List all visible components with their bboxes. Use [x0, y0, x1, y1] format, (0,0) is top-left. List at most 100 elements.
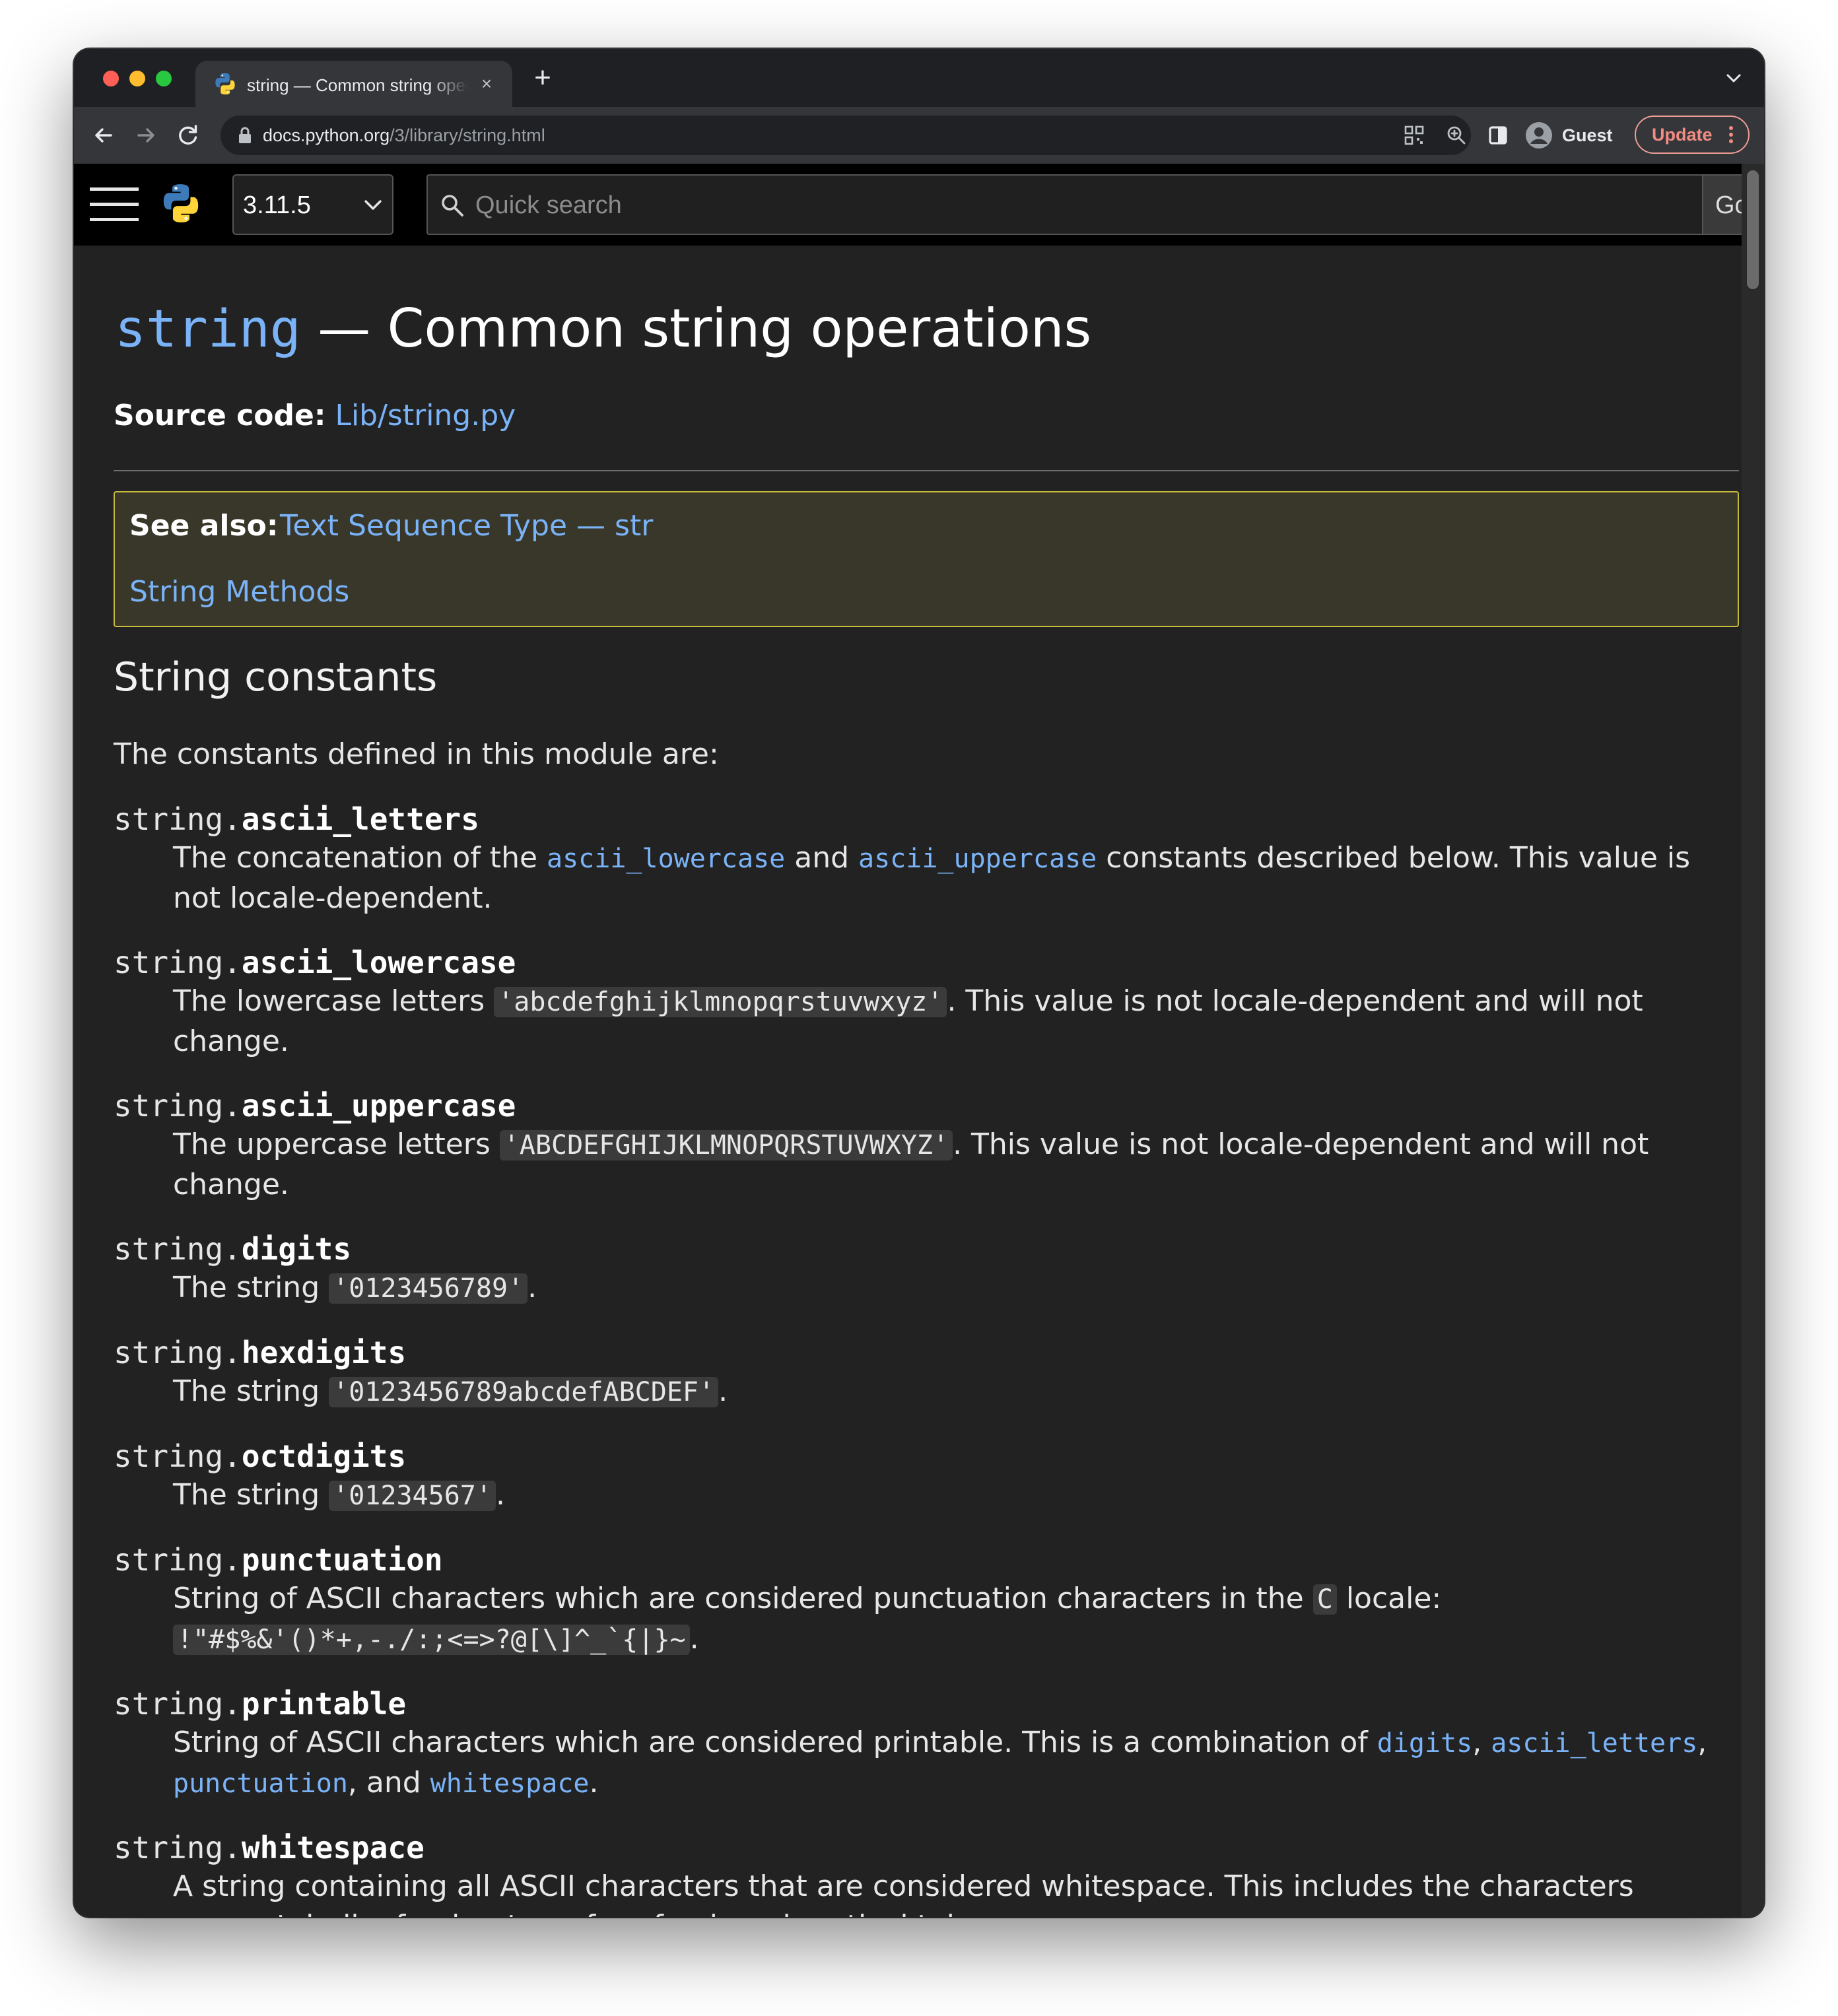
module-prefix: string.	[114, 1231, 242, 1267]
maximize-window-button[interactable]	[156, 71, 172, 86]
constant-signature: string.ascii_uppercase	[114, 1087, 1711, 1125]
module-prefix: string.	[114, 1088, 242, 1124]
whitespace-link-code: whitespace	[430, 1768, 590, 1799]
browser-window: string — Common string operations × + do…	[74, 49, 1764, 1917]
section-intro: The constants defined in this module are…	[114, 737, 719, 771]
version-select[interactable]: 3.11.5	[232, 174, 393, 235]
forward-arrow-icon[interactable]	[131, 120, 161, 151]
description-text: The lowercase letters	[173, 984, 494, 1018]
tab-title: string — Common string operations	[247, 75, 469, 95]
source-code-line: Source code: Lib/string.py	[114, 397, 516, 434]
update-button[interactable]: Update	[1635, 116, 1750, 154]
see-also-link-text-sequence-type[interactable]: Text Sequence Type — str	[280, 507, 653, 545]
minimize-window-button[interactable]	[129, 71, 145, 86]
digits-link-code: digits	[1377, 1728, 1473, 1759]
ascii-lowercase-link[interactable]: ascii_lowercase	[547, 841, 785, 875]
back-arrow-icon[interactable]	[88, 120, 119, 151]
description-text: The uppercase letters	[173, 1127, 500, 1161]
ascii-uppercase-link[interactable]: ascii_uppercase	[858, 841, 1097, 875]
description-text: The string	[173, 1271, 329, 1304]
version-value: 3.11.5	[243, 191, 311, 219]
constant-signature: string.punctuation	[114, 1541, 1711, 1579]
side-panel-icon[interactable]	[1483, 120, 1513, 151]
constant-name: printable	[241, 1686, 407, 1722]
inline-code: '0123456789'	[329, 1273, 528, 1304]
constant-description: String of ASCII characters which are con…	[173, 1579, 1711, 1660]
constant-printable: string.printable String of ASCII charact…	[114, 1685, 1711, 1803]
description-text: String of ASCII characters which are con…	[173, 1582, 1313, 1615]
search-go-button[interactable]: Go	[1702, 174, 1742, 235]
python-logo-icon	[215, 73, 235, 95]
see-also-box: See also: Text Sequence Type — str Strin…	[114, 491, 1739, 627]
quick-search-input[interactable]	[474, 186, 1678, 224]
constant-signature: string.ascii_letters	[114, 800, 1711, 838]
constant-name: ascii_letters	[241, 801, 479, 837]
window-controls	[103, 71, 172, 86]
source-code-link[interactable]: Lib/string.py	[335, 399, 516, 432]
constant-signature: string.ascii_lowercase	[114, 943, 1711, 982]
search-icon	[442, 195, 463, 217]
close-window-button[interactable]	[103, 71, 119, 86]
module-prefix: string.	[114, 1438, 242, 1474]
description-text: The concatenation of the	[173, 841, 547, 875]
tab-strip: string — Common string operations × +	[74, 49, 1764, 107]
scrollbar-thumb[interactable]	[1747, 170, 1759, 289]
profile-button[interactable]: Guest	[1522, 116, 1617, 154]
punctuation-link-code: punctuation	[173, 1768, 348, 1799]
constant-description: The string '01234567'.	[173, 1475, 1711, 1516]
hamburger-menu-icon[interactable]	[90, 184, 139, 224]
tab-search-chevron-icon[interactable]	[1720, 65, 1747, 91]
constant-name: hexdigits	[241, 1335, 407, 1370]
update-label: Update	[1652, 125, 1713, 145]
divider	[114, 470, 1739, 471]
inline-code: 'ABCDEFGHIJKLMNOPQRSTUVWXYZ'	[499, 1130, 953, 1160]
ascii-uppercase-link-code: ascii_uppercase	[858, 844, 1097, 874]
profile-label: Guest	[1562, 125, 1613, 145]
source-code-label: Source code:	[114, 399, 326, 432]
constant-description: The uppercase letters 'ABCDEFGHIJKLMNOPQ…	[173, 1125, 1711, 1205]
constant-signature: string.hexdigits	[114, 1333, 1711, 1372]
url-text[interactable]: docs.python.org/3/library/string.html	[263, 124, 545, 147]
address-bar[interactable]: docs.python.org/3/library/string.html	[221, 116, 1471, 155]
constant-name: whitespace	[241, 1830, 425, 1865]
zoom-icon[interactable]	[1445, 123, 1468, 147]
lock-icon[interactable]	[236, 126, 254, 145]
page-title-module-link[interactable]: string	[115, 300, 301, 359]
active-tab[interactable]: string — Common string operations ×	[195, 61, 512, 107]
kebab-menu-icon	[1729, 126, 1733, 143]
description-text: ,	[1697, 1726, 1707, 1759]
python-logo-icon[interactable]	[158, 181, 203, 226]
constant-hexdigits: string.hexdigits The string '0123456789a…	[114, 1333, 1711, 1412]
inline-code: C	[1312, 1584, 1337, 1615]
url-host: docs.python.org	[263, 125, 390, 145]
reload-icon[interactable]	[173, 120, 203, 151]
inline-code: 'abcdefghijklmnopqrstuvwxyz'	[494, 987, 947, 1017]
constant-name: punctuation	[241, 1542, 443, 1578]
constant-name: digits	[241, 1231, 352, 1267]
description-text: String of ASCII characters which are con…	[173, 1726, 1377, 1759]
ascii-letters-link[interactable]: ascii_letters	[1491, 1726, 1697, 1759]
punctuation-link[interactable]: punctuation	[173, 1766, 348, 1799]
quick-search-box	[426, 174, 1702, 235]
constant-ascii-lowercase: string.ascii_lowercase The lowercase let…	[114, 943, 1711, 1061]
qr-code-icon[interactable]	[1402, 123, 1426, 147]
inline-code: !"#$%&'()*+,-./:;<=>?@[\]^_`{|}~	[173, 1625, 690, 1655]
new-tab-button[interactable]: +	[528, 63, 557, 92]
constant-punctuation: string.punctuation String of ASCII chara…	[114, 1541, 1711, 1660]
constant-name: ascii_uppercase	[241, 1088, 516, 1124]
constant-signature: string.printable	[114, 1685, 1711, 1723]
constant-description: The string '0123456789abcdefABCDEF'.	[173, 1372, 1711, 1412]
see-also-link-string-methods[interactable]: String Methods	[129, 573, 349, 611]
description-text: .	[689, 1622, 699, 1656]
module-prefix: string.	[114, 1830, 242, 1865]
digits-link[interactable]: digits	[1377, 1726, 1473, 1759]
whitespace-link[interactable]: whitespace	[430, 1766, 590, 1799]
page-viewport: 3.11.5 Go string — Common string operati…	[74, 164, 1742, 1917]
constant-signature: string.whitespace	[114, 1829, 1711, 1867]
module-prefix: string.	[114, 1542, 242, 1578]
page-scrollbar[interactable]	[1742, 164, 1764, 1917]
page-title-rest: — Common string operations	[300, 298, 1092, 359]
tab-close-icon[interactable]: ×	[475, 73, 498, 95]
chevron-down-icon	[364, 200, 382, 210]
description-text: A string containing all ASCII characters…	[173, 1869, 1634, 1917]
